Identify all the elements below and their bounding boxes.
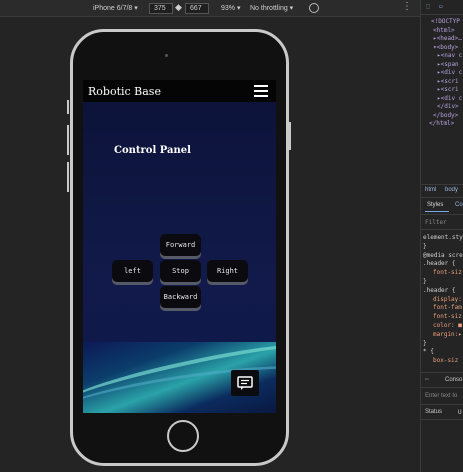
height-input[interactable]: 667	[185, 3, 209, 14]
dom-node[interactable]: ▸<div c	[437, 69, 462, 76]
tab-styles[interactable]: Styles	[427, 202, 443, 208]
dom-node[interactable]: </body>	[433, 112, 458, 119]
brand-title[interactable]: Robotic Base	[88, 85, 161, 98]
app-screen: Robotic Base Control Panel Forward left …	[83, 80, 276, 413]
styles-filter-input[interactable]: Filter	[425, 219, 447, 226]
console-filter-input[interactable]: Enter text to	[425, 393, 457, 399]
dom-node[interactable]: ▾<body>	[433, 44, 458, 51]
dom-node[interactable]: ▸<scri	[437, 78, 459, 85]
navbar: Robotic Base	[83, 80, 276, 102]
dom-node[interactable]: ▸<span	[437, 61, 459, 68]
chat-button[interactable]	[231, 370, 259, 396]
device-toolbar: iPhone 6/7/8 ▾ 375 ◆ 667 93% ▾ No thrott…	[0, 0, 420, 17]
side-button	[67, 162, 69, 192]
home-button[interactable]	[167, 420, 199, 452]
style-rule-line[interactable]: * {	[423, 348, 434, 355]
tab-console[interactable]: Conso	[445, 377, 462, 383]
style-rule-line[interactable]: }	[423, 278, 427, 285]
chat-icon	[237, 375, 253, 390]
dom-node[interactable]: <!DOCTYP	[431, 18, 460, 25]
dom-node[interactable]: </html>	[429, 120, 454, 127]
style-rule-line[interactable]: color: ■	[433, 322, 462, 329]
right-button[interactable]: Right	[207, 260, 248, 282]
style-rule-line[interactable]: }	[423, 243, 427, 250]
side-button	[67, 125, 69, 155]
dom-node[interactable]: <html>	[433, 27, 455, 34]
style-rule-line[interactable]: font-siz	[433, 269, 462, 276]
forward-button[interactable]: Forward	[160, 234, 201, 256]
width-input[interactable]: 375	[149, 3, 173, 14]
page-title: Control Panel	[114, 145, 191, 156]
devtools-panel: ⬚ ▭ <!DOCTYP <html> ▸<head>… ▾<body> ▸<nav c…	[420, 0, 463, 472]
side-button	[289, 122, 291, 150]
style-rule-line[interactable]: box-siz	[433, 357, 458, 364]
breadcrumb-html[interactable]: html	[425, 187, 436, 193]
left-button[interactable]: left	[112, 260, 153, 282]
style-rule-line[interactable]: .header {	[423, 260, 456, 267]
style-rule-line[interactable]: @media scre	[423, 252, 463, 259]
more-options-icon[interactable]: ⋮	[402, 1, 412, 12]
style-rule-line[interactable]: .header {	[423, 287, 456, 294]
style-rule-line[interactable]: element.sty	[423, 234, 463, 241]
dom-node[interactable]: ▸<head>…	[433, 35, 462, 42]
device-mode-icon[interactable]: ▭	[439, 3, 443, 10]
dom-node[interactable]: ▸<div c	[437, 95, 462, 102]
zoom-select[interactable]: 93% ▾	[221, 4, 240, 12]
breadcrumb-body[interactable]: body	[445, 187, 458, 193]
backward-button[interactable]: Backward	[160, 286, 201, 308]
tab-computed[interactable]: Co	[455, 202, 463, 208]
speaker	[165, 54, 168, 57]
console-menu-icon[interactable]: ⋯	[425, 376, 429, 383]
hamburger-menu-icon[interactable]	[254, 85, 268, 97]
style-rule-line[interactable]: }	[423, 340, 427, 347]
dom-node[interactable]: ▸<nav c	[437, 52, 462, 59]
dom-node[interactable]: ▸<scri	[437, 86, 459, 93]
url-column-header[interactable]: U	[458, 409, 462, 416]
rotate-icon[interactable]	[309, 3, 319, 13]
inspect-icon[interactable]: ⬚	[426, 3, 430, 10]
style-rule-line[interactable]: font-fam	[433, 304, 462, 311]
style-rule-line[interactable]: margin:▸	[433, 331, 462, 338]
style-rule-line[interactable]: display:	[433, 296, 462, 303]
status-column-header[interactable]: Status	[425, 409, 442, 415]
side-button	[67, 100, 69, 114]
style-rule-line[interactable]: font-siz	[433, 313, 462, 320]
stop-button[interactable]: Stop	[160, 260, 201, 282]
throttle-select[interactable]: No throttling ▾	[250, 4, 293, 12]
device-select[interactable]: iPhone 6/7/8 ▾	[93, 4, 138, 12]
swap-dimensions-icon[interactable]: ◆	[175, 2, 182, 13]
dom-node[interactable]: </div>	[437, 103, 459, 110]
